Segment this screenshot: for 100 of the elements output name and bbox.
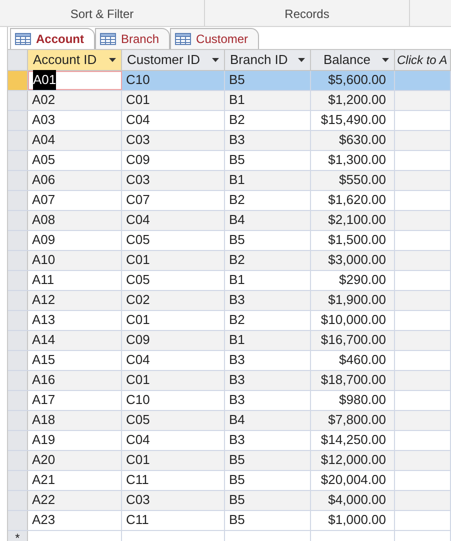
table-row[interactable]: A23 C11 B5 $1,000.00 (8, 510, 451, 530)
table-cell-text: $12,000.00 (320, 451, 386, 470)
table-row[interactable]: A11 C05 B1 $290.00 (8, 270, 451, 290)
row-selector[interactable] (8, 510, 28, 530)
table-cell-text: C01 (126, 91, 150, 110)
column-header[interactable]: Branch ID (225, 50, 311, 70)
row-selector[interactable] (8, 450, 28, 470)
table-row[interactable]: A09 C05 B5 $1,500.00 (8, 230, 451, 250)
table-cell-text: A21 (32, 471, 56, 490)
row-selector[interactable] (8, 270, 28, 290)
row-selector[interactable] (8, 290, 28, 310)
row-selector[interactable] (8, 470, 28, 490)
table-row[interactable]: A19 C04 B3 $14,250.00 (8, 430, 451, 450)
table-cell: A01 (33, 70, 56, 90)
row-selector[interactable] (8, 150, 28, 170)
table-row[interactable]: A22 C03 B5 $4,000.00 (8, 490, 451, 510)
row-selector[interactable] (8, 130, 28, 150)
row-selector[interactable] (8, 490, 28, 510)
table-cell-text: C04 (126, 431, 150, 450)
row-selector[interactable] (8, 430, 28, 450)
row-selector[interactable] (8, 350, 28, 370)
table-row[interactable]: A14 C09 B1 $16,700.00 (8, 330, 451, 350)
table-cell-text: C03 (126, 131, 150, 150)
table-cell-text: C02 (126, 291, 150, 310)
table-cell-text: B1 (229, 271, 245, 290)
table-row[interactable]: A08 C04 B4 $2,100.00 (8, 210, 451, 230)
document-tab[interactable]: Branch (95, 28, 170, 49)
table-cell-text: $1,900.00 (328, 291, 386, 310)
row-selector[interactable] (8, 230, 28, 250)
table-row[interactable]: A13 C01 B2 $10,000.00 (8, 310, 451, 330)
group-label: Records (284, 6, 330, 23)
table-cell-text: $290.00 (339, 271, 386, 290)
table-row[interactable]: A12 C02 B3 $1,900.00 (8, 290, 451, 310)
table-cell-text: B5 (229, 451, 245, 470)
table-row[interactable]: A03 C04 B2 $15,490.00 (8, 110, 451, 130)
row-selector[interactable] (8, 190, 28, 210)
column-header[interactable]: Account ID (28, 50, 122, 70)
table-cell-text: B1 (229, 331, 245, 350)
row-selector[interactable] (8, 330, 28, 350)
document-tab[interactable]: Customer (170, 28, 260, 49)
table-cell-text: A02 (32, 91, 56, 110)
column-header[interactable]: Balance (311, 50, 395, 70)
table-cell-text: A07 (32, 191, 56, 210)
table-cell-text: $3,000.00 (328, 251, 386, 270)
table-cell-text: B5 (229, 471, 245, 490)
table-cell-text: $1,300.00 (328, 151, 386, 170)
select-all-corner[interactable] (8, 50, 28, 70)
table-icon (15, 33, 31, 45)
table-row[interactable]: A06 C03 B1 $550.00 (8, 170, 451, 190)
table-cell-text: $20,004.00 (320, 471, 386, 490)
row-selector[interactable] (8, 110, 28, 130)
table-cell-text: B2 (229, 191, 245, 210)
table-cell-text: $630.00 (339, 131, 386, 150)
row-selector[interactable] (8, 90, 28, 110)
row-selector[interactable] (8, 410, 28, 430)
table-cell-text: C09 (126, 151, 150, 170)
table-cell-text: C04 (126, 211, 150, 230)
table-cell-text: C01 (126, 311, 150, 330)
table-cell-text: A20 (32, 451, 56, 470)
table-cell-text: B5 (229, 71, 245, 90)
row-selector[interactable] (8, 390, 28, 410)
column-header[interactable]: Click to A (395, 50, 451, 70)
table-cell-text: $16,700.00 (320, 331, 386, 350)
table-row[interactable]: A05 C09 B5 $1,300.00 (8, 150, 451, 170)
table-cell-text: $15,490.00 (320, 111, 386, 130)
row-selector[interactable] (8, 70, 28, 90)
table-icon (175, 33, 192, 45)
table-cell-text: C01 (126, 451, 150, 470)
table-cell-text: A18 (32, 411, 56, 430)
caret-icon (212, 58, 219, 62)
table-row[interactable]: A21 C11 B5 $20,004.00 (8, 470, 451, 490)
table-cell-text: B5 (229, 491, 245, 510)
document-tab[interactable]: Account (10, 28, 95, 49)
table-row[interactable]: A16 C01 B3 $18,700.00 (8, 370, 451, 390)
table-row[interactable]: A15 C04 B3 $460.00 (8, 350, 451, 370)
table-cell-text: A09 (32, 231, 56, 250)
table-cell-text: C07 (126, 191, 150, 210)
row-selector[interactable] (8, 170, 28, 190)
table-cell-text: $460.00 (339, 351, 386, 370)
table-row[interactable]: A01 C10 B5 $5,600.00 (8, 70, 451, 90)
table-row[interactable]: A04 C03 B3 $630.00 (8, 130, 451, 150)
column-header[interactable]: Customer ID (122, 50, 225, 70)
table-row[interactable]: A20 C01 B5 $12,000.00 (8, 450, 451, 470)
table-cell-text: $550.00 (339, 171, 386, 190)
table-cell-text: A16 (32, 371, 56, 390)
caret-icon (382, 58, 389, 62)
table-cell-text: B2 (229, 251, 245, 270)
row-selector[interactable] (8, 310, 28, 330)
row-selector[interactable] (8, 250, 28, 270)
table-row[interactable]: A17 C10 B3 $980.00 (8, 390, 451, 410)
table-cell-text: B2 (229, 311, 245, 330)
row-selector[interactable] (8, 210, 28, 230)
table-row[interactable]: A02 C01 B1 $1,200.00 (8, 90, 451, 110)
table-row[interactable]: A18 C05 B4 $7,800.00 (8, 410, 451, 430)
table-cell-text: A19 (32, 431, 56, 450)
table-cell-text: C04 (126, 351, 150, 370)
row-selector[interactable] (8, 370, 28, 390)
table-row[interactable]: A10 C01 B2 $3,000.00 (8, 250, 451, 270)
table-cell-text: A14 (32, 331, 56, 350)
table-row[interactable]: A07 C07 B2 $1,620.00 (8, 190, 451, 210)
